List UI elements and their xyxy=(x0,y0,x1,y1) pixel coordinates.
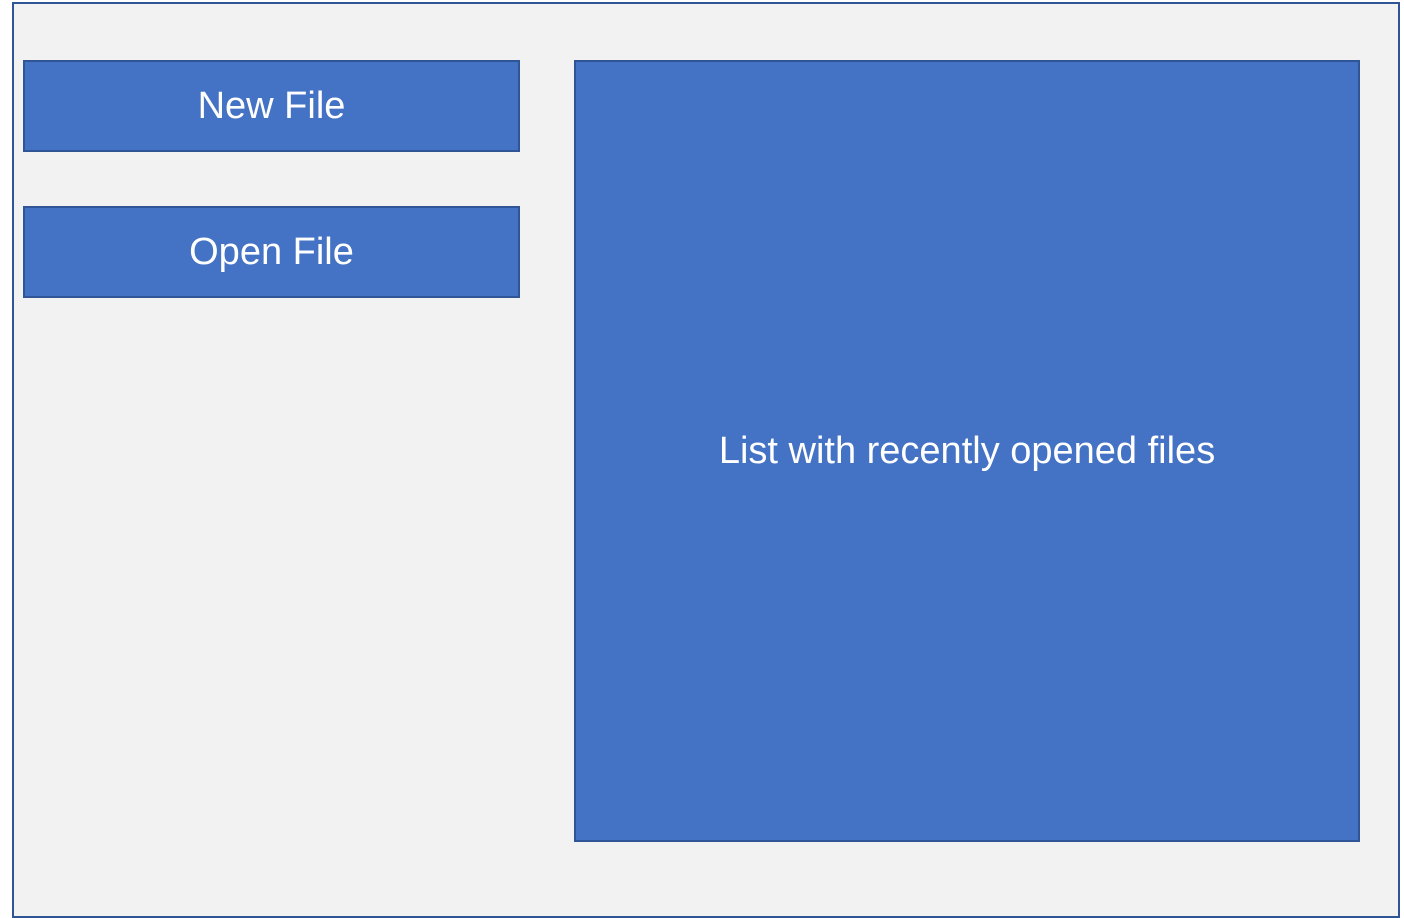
new-file-button[interactable]: New File xyxy=(23,60,520,152)
new-file-button-label: New File xyxy=(197,84,346,127)
recent-files-list[interactable]: List with recently opened files xyxy=(574,60,1360,842)
recent-files-list-label: List with recently opened files xyxy=(718,429,1216,472)
open-file-button[interactable]: Open File xyxy=(23,206,520,298)
open-file-button-label: Open File xyxy=(189,230,354,273)
